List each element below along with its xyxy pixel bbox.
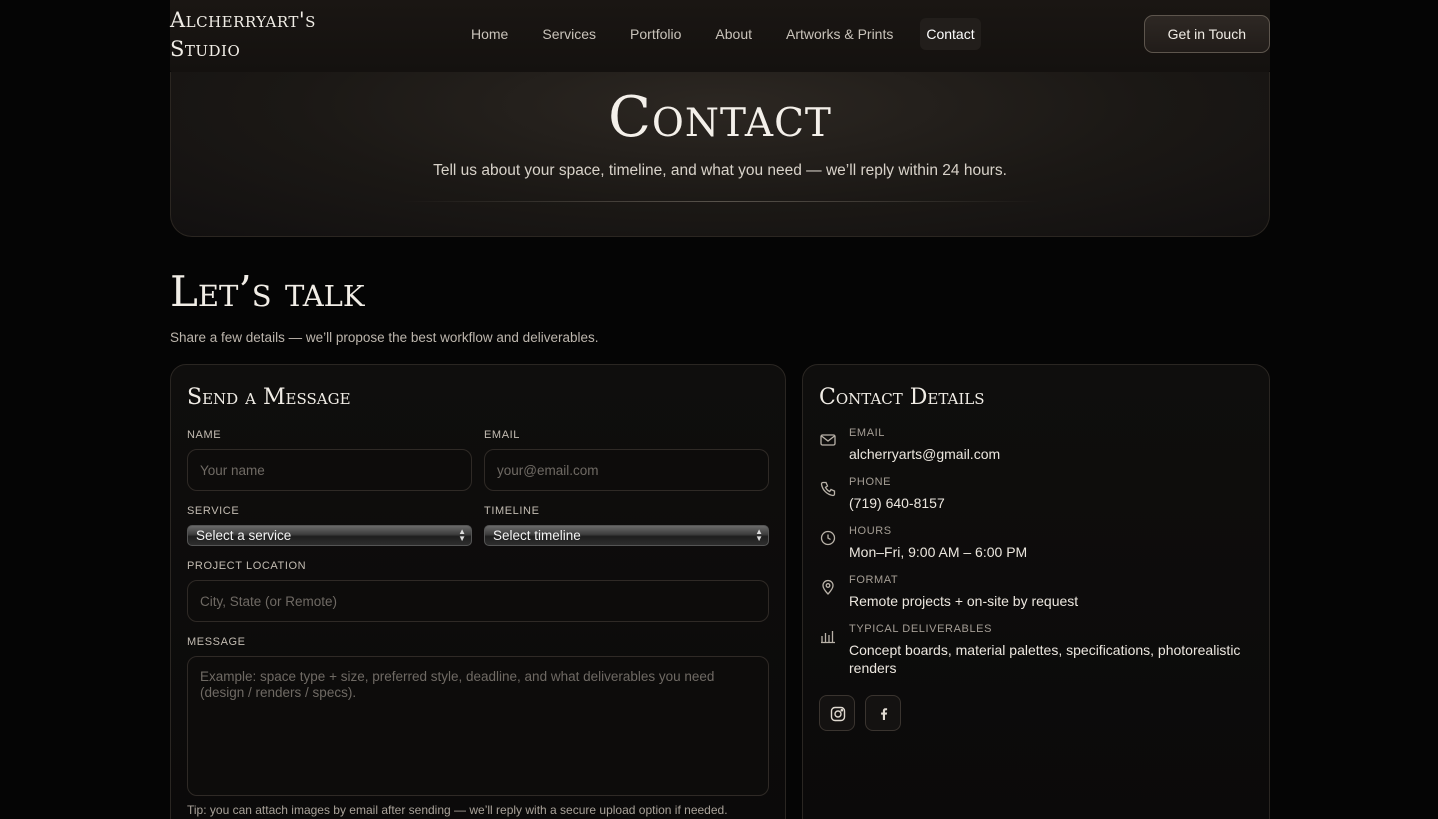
brand-logo[interactable]: Alcherryart's Studio xyxy=(170,6,316,64)
email-label: EMAIL xyxy=(484,429,521,441)
mail-icon xyxy=(820,434,836,446)
details-title: Contact Details xyxy=(819,385,985,410)
select-arrows-icon: ▲ ▼ xyxy=(458,527,466,543)
brand-line-1: Alcherryart's xyxy=(170,8,316,32)
brand-line-2: Studio xyxy=(170,37,241,61)
select-arrows-icon: ▲ ▼ xyxy=(755,527,763,543)
detail-email-label: EMAIL xyxy=(849,427,886,439)
contact-page: Alcherryart's Studio Home Services Portf… xyxy=(0,0,1438,819)
message-form-card: Send a Message NAME EMAIL SERVICE Select… xyxy=(170,364,786,819)
detail-format-value: Remote projects + on-site by request xyxy=(849,593,1079,609)
service-label: SERVICE xyxy=(187,505,240,517)
detail-hours-label: HOURS xyxy=(849,525,892,537)
detail-hours-value: Mon–Fri, 9:00 AM – 6:00 PM xyxy=(849,544,1028,560)
detail-phone-value[interactable]: (719) 640-8157 xyxy=(849,494,1259,512)
instagram-icon xyxy=(830,706,846,722)
bar-chart-icon xyxy=(821,631,835,644)
clock-icon xyxy=(820,530,836,546)
nav-portfolio[interactable]: Portfolio xyxy=(613,18,698,50)
location-input[interactable] xyxy=(187,580,769,622)
upload-tip: Tip: you can attach images by email afte… xyxy=(187,803,728,817)
detail-email-value[interactable]: alcherryarts@gmail.com xyxy=(849,445,1259,463)
form-title: Send a Message xyxy=(187,385,351,410)
get-in-touch-button[interactable]: Get in Touch xyxy=(1143,15,1270,53)
timeline-select-value: Select timeline xyxy=(493,528,581,543)
hero-subtitle: Tell us about your space, timeline, and … xyxy=(433,162,1007,179)
email-input[interactable] xyxy=(484,449,769,491)
nav-about[interactable]: About xyxy=(698,18,769,50)
location-label: PROJECT LOCATION xyxy=(187,560,307,572)
timeline-label: TIMELINE xyxy=(484,505,540,517)
site-header: Alcherryart's Studio Home Services Portf… xyxy=(170,0,1270,72)
message-label: MESSAGE xyxy=(187,636,246,648)
detail-deliverables-label: TYPICAL DELIVERABLES xyxy=(849,623,993,635)
timeline-select[interactable]: Select timeline ▲ ▼ xyxy=(484,525,769,546)
name-label: NAME xyxy=(187,429,222,441)
detail-format-label: FORMAT xyxy=(849,574,899,586)
detail-phone-label: PHONE xyxy=(849,476,892,488)
service-select[interactable]: Select a service ▲ ▼ xyxy=(187,525,472,546)
message-textarea[interactable] xyxy=(187,656,769,796)
location-pin-icon xyxy=(822,579,834,595)
nav-contact[interactable]: Contact xyxy=(920,18,981,50)
hero-banner: Contact Tell us about your space, timeli… xyxy=(170,72,1270,237)
nav-artworks-prints[interactable]: Artworks & Prints xyxy=(769,18,910,50)
detail-deliverables-value: Concept boards, material palettes, speci… xyxy=(849,642,1241,676)
main-nav: Home Services Portfolio About Artworks &… xyxy=(454,18,981,50)
hero-divider xyxy=(401,201,1041,202)
nav-services[interactable]: Services xyxy=(525,18,613,50)
section-subtitle: Share a few details — we’ll propose the … xyxy=(170,330,599,345)
section-title: Let’s talk xyxy=(170,267,365,316)
facebook-button[interactable] xyxy=(865,695,901,731)
facebook-icon xyxy=(881,708,888,720)
contact-details-card: Contact Details EMAIL alcherryarts@gmail… xyxy=(802,364,1270,819)
phone-icon xyxy=(820,481,836,497)
nav-home[interactable]: Home xyxy=(454,18,525,50)
instagram-button[interactable] xyxy=(819,695,855,731)
service-select-value: Select a service xyxy=(196,528,292,543)
name-input[interactable] xyxy=(187,449,472,491)
page-title: Contact xyxy=(608,85,832,150)
